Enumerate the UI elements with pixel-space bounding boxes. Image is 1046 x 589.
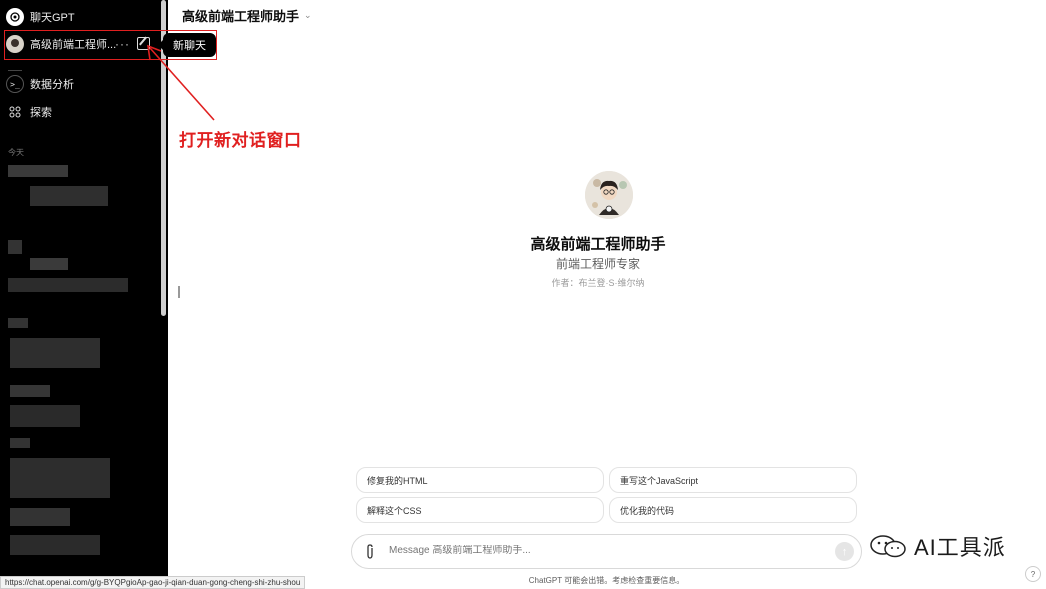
- history-item-blurred[interactable]: [10, 458, 110, 498]
- paperclip-icon[interactable]: [365, 544, 375, 560]
- chevron-down-icon: ⌄: [304, 10, 312, 20]
- message-composer: ↑: [351, 534, 862, 569]
- suggestion-button[interactable]: 解释这个CSS: [356, 497, 604, 523]
- gpt-title-dropdown[interactable]: 高级前端工程师助手 ⌄: [182, 6, 312, 25]
- sidebar-item-explore[interactable]: 探索: [6, 100, 52, 124]
- gpt-profile-author: 作者：布兰登·S·维尔纳: [551, 278, 645, 288]
- suggestion-button[interactable]: 修复我的HTML: [356, 467, 604, 493]
- suggestion-button[interactable]: 优化我的代码: [609, 497, 857, 523]
- header-title-text: 高级前端工程师助手: [182, 9, 300, 24]
- status-url: https://chat.openai.com/g/g-BYQPgioAp-ga…: [0, 576, 306, 589]
- history-section-label: 今天: [8, 148, 24, 157]
- message-input[interactable]: [389, 545, 789, 556]
- gpt-profile-subtitle: 前端工程师专家: [555, 257, 640, 271]
- history-item-blurred[interactable]: [8, 165, 68, 177]
- sidebar-item-data-analysis[interactable]: >_ 数据分析: [6, 72, 74, 96]
- suggestion-button[interactable]: 重写这个JavaScript: [609, 467, 857, 493]
- watermark: AI工具派: [868, 530, 1006, 562]
- history-item-blurred[interactable]: [10, 385, 50, 397]
- history-item-blurred[interactable]: [8, 318, 28, 328]
- history-item-blurred[interactable]: [10, 535, 100, 555]
- grid-icon: [6, 103, 24, 121]
- annotation-arrow-icon: [147, 44, 215, 121]
- terminal-icon: >_: [6, 75, 24, 93]
- gpt-profile-avatar: [585, 171, 633, 219]
- help-button[interactable]: ?: [1025, 566, 1041, 582]
- history-item-blurred[interactable]: [10, 338, 100, 368]
- openai-logo-icon: [6, 8, 24, 26]
- history-item-blurred[interactable]: [10, 405, 80, 427]
- history-item-blurred[interactable]: [30, 186, 108, 206]
- gpt-profile-title: 高级前端工程师助手: [530, 236, 666, 253]
- history-item-blurred[interactable]: [10, 508, 70, 526]
- sidebar-item-label: 探索: [30, 107, 52, 119]
- wechat-icon: [870, 535, 906, 558]
- sidebar-item-label: 数据分析: [30, 79, 74, 91]
- watermark-text: AI工具派: [914, 535, 1006, 560]
- sidebar-item-label: 聊天GPT: [30, 12, 75, 24]
- disclaimer-note: ChatGPT 可能会出错。考虑检查重要信息。: [528, 576, 685, 585]
- annotation-label: 打开新对话窗口: [179, 131, 302, 150]
- history-item-blurred[interactable]: [10, 438, 30, 448]
- arrow-up-icon: ↑: [841, 545, 848, 558]
- send-button[interactable]: ↑: [835, 542, 854, 561]
- divider: [8, 70, 22, 71]
- sidebar-item-chatgpt[interactable]: 聊天GPT: [6, 5, 75, 29]
